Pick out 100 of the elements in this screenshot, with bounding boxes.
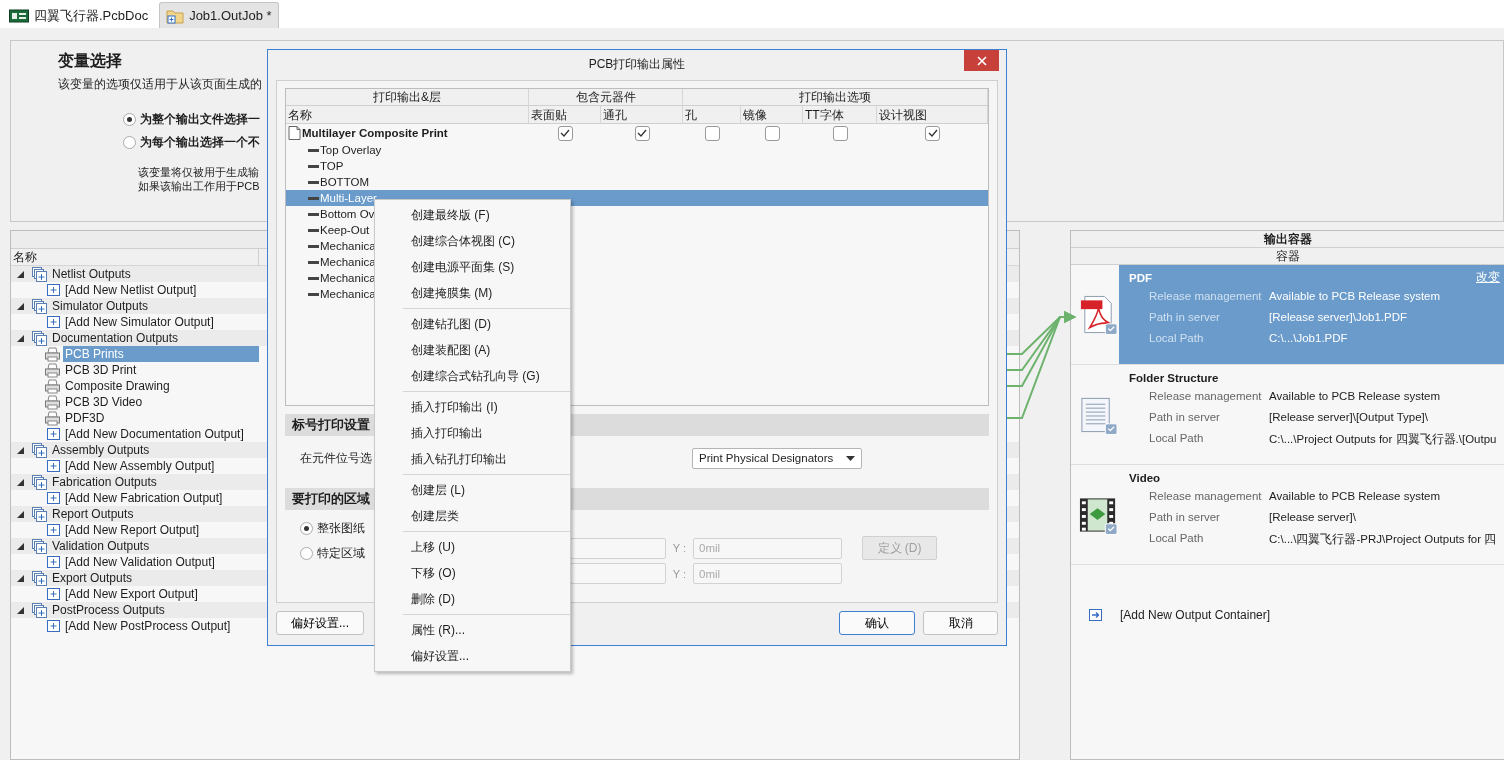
add-output-link[interactable]: [Add New Documentation Output] <box>63 426 259 442</box>
circuit-board-icon <box>9 8 29 23</box>
menu-item[interactable]: 创建电源平面集 (S) <box>375 254 570 280</box>
add-output-link[interactable]: [Add New Simulator Output] <box>63 314 259 330</box>
expand-arrow-icon[interactable] <box>17 478 24 486</box>
add-output-link[interactable]: [Add New Fabrication Output] <box>63 490 259 506</box>
radio-button[interactable] <box>123 136 136 149</box>
menu-item[interactable]: 创建最终版 (F) <box>375 202 570 228</box>
output-item[interactable]: PDF3D <box>63 410 259 426</box>
field-label: 在元件位号选 <box>300 450 372 465</box>
menu-item[interactable]: 插入钻孔打印输出 <box>375 446 570 472</box>
output-group-label[interactable]: Fabrication Outputs <box>50 474 259 490</box>
add-icon[interactable] <box>47 492 60 504</box>
expand-arrow-icon[interactable] <box>17 270 24 278</box>
column-group-header: 包含元器件 <box>529 89 683 106</box>
radio-button[interactable] <box>123 113 136 126</box>
expand-arrow-icon[interactable] <box>17 574 24 582</box>
output-group-label[interactable]: Documentation Outputs <box>50 330 259 346</box>
output-item[interactable]: Composite Drawing <box>63 378 259 394</box>
expand-arrow-icon[interactable] <box>17 606 24 614</box>
checkbox[interactable] <box>925 125 940 141</box>
layer-item[interactable]: Mechanica <box>320 240 376 252</box>
expand-arrow-icon[interactable] <box>17 542 24 550</box>
add-icon[interactable] <box>47 588 60 600</box>
expand-arrow-icon[interactable] <box>17 302 24 310</box>
add-icon[interactable] <box>47 556 60 568</box>
menu-item[interactable]: 创建装配图 (A) <box>375 337 570 363</box>
menu-item[interactable]: 上移 (U) <box>375 534 570 560</box>
add-icon[interactable] <box>47 428 60 440</box>
output-item[interactable]: PCB 3D Video <box>63 394 259 410</box>
radio-label[interactable]: 特定区域 <box>317 545 365 562</box>
cancel-button[interactable]: 取消 <box>923 611 998 635</box>
output-group-label[interactable]: Validation Outputs <box>50 538 259 554</box>
note-text: 该变量将仅被用于生成输 <box>138 165 259 179</box>
output-group-label[interactable]: Netlist Outputs <box>50 266 259 282</box>
column-group-header: 打印输出&层 <box>286 89 529 106</box>
add-icon[interactable] <box>47 524 60 536</box>
menu-item[interactable]: 创建掩膜集 (M) <box>375 280 570 306</box>
layer-item[interactable]: Mechanica <box>320 272 376 284</box>
add-icon[interactable] <box>47 460 60 472</box>
layer-item[interactable]: Top Overlay <box>320 144 382 156</box>
radio-button[interactable] <box>300 547 313 560</box>
column-header: 孔 <box>683 106 741 124</box>
container-item[interactable]: Video Release management Available to PCB Release system Path in server [Release server]\ Local Path C:\...\四翼飞行器-PRJ\Project Outputs for 四 <box>1119 465 1504 564</box>
checkbox[interactable] <box>634 125 650 141</box>
add-icon[interactable] <box>47 316 60 328</box>
layer-item[interactable]: TOP <box>320 160 344 172</box>
add-output-link[interactable]: [Add New PostProcess Output] <box>63 618 259 634</box>
checkbox[interactable] <box>764 125 780 141</box>
field-label: Y : <box>671 567 688 580</box>
radio-label[interactable]: 整张图纸 <box>317 520 365 537</box>
layer-item[interactable]: Mechanica <box>320 288 376 300</box>
menu-item[interactable]: 创建综合式钻孔向导 (G) <box>375 363 570 389</box>
add-container-icon[interactable] <box>1089 609 1102 621</box>
add-icon[interactable] <box>47 284 60 296</box>
menu-item[interactable]: 属性 (R)... <box>375 617 570 643</box>
output-group-label[interactable]: Report Outputs <box>50 506 259 522</box>
preferences-button[interactable]: 偏好设置... <box>276 611 364 635</box>
field-label: Y : <box>671 542 688 554</box>
checkbox[interactable] <box>557 125 573 141</box>
layer-item[interactable]: Keep-Out <box>320 224 370 236</box>
expand-arrow-icon[interactable] <box>17 510 24 518</box>
output-group-label[interactable]: Assembly Outputs <box>50 442 259 458</box>
add-container-link[interactable]: [Add New Output Container] <box>1120 608 1271 622</box>
output-group-label[interactable]: Export Outputs <box>50 570 259 586</box>
add-output-link[interactable]: [Add New Assembly Output] <box>63 458 259 474</box>
checkbox[interactable] <box>832 125 848 141</box>
document-icon <box>288 126 301 140</box>
layer-item[interactable]: Mechanica <box>320 256 376 268</box>
menu-item[interactable]: 删除 (D) <box>375 586 570 612</box>
panel-title: 输出容器 <box>1071 231 1504 248</box>
dialog-title: PCB打印输出属性 <box>588 55 686 73</box>
checkbox[interactable] <box>704 125 720 141</box>
add-output-link[interactable]: [Add New Report Output] <box>63 522 259 538</box>
menu-item[interactable]: 偏好设置... <box>375 643 570 669</box>
add-output-link[interactable]: [Add New Validation Output] <box>63 554 259 570</box>
ok-button[interactable]: 确认 <box>839 611 915 635</box>
container-item[interactable]: Folder Structure Release management Available to PCB Release system Path in server [Release server]\[Output Type]\ Local Path C:\...\Project Outputs for 四翼飞行器.\[Outpu <box>1119 365 1504 464</box>
menu-item[interactable]: 创建钻孔图 (D) <box>375 311 570 337</box>
add-icon[interactable] <box>47 620 60 632</box>
close-button[interactable] <box>964 50 999 71</box>
menu-item[interactable]: 创建综合体视图 (C) <box>375 228 570 254</box>
menu-item[interactable]: 下移 (O) <box>375 560 570 586</box>
radio-label[interactable]: 为每个输出选择一个不 <box>140 134 260 151</box>
output-group-label[interactable]: PostProcess Outputs <box>50 602 259 618</box>
expand-arrow-icon[interactable] <box>17 334 24 342</box>
output-group-label[interactable]: Simulator Outputs <box>50 298 259 314</box>
designator-dropdown[interactable]: Print Physical Designators <box>692 447 862 469</box>
section-title: 变量选择 <box>58 51 122 71</box>
expand-arrow-icon[interactable] <box>17 446 24 454</box>
layer-item[interactable]: Bottom Ov <box>320 208 375 220</box>
printout-name[interactable]: Multilayer Composite Print <box>302 127 448 139</box>
add-output-link[interactable]: [Add New Netlist Output] <box>63 282 259 298</box>
output-item[interactable]: PCB 3D Print <box>63 362 259 378</box>
radio-label[interactable]: 为整个输出文件选择一 <box>140 111 260 128</box>
layer-item[interactable]: BOTTOM <box>320 176 369 188</box>
column-header: 通孔 <box>601 106 683 124</box>
radio-button[interactable] <box>300 522 313 535</box>
document-tab[interactable]: Job1.OutJob * <box>159 2 279 28</box>
add-output-link[interactable]: [Add New Export Output] <box>63 586 259 602</box>
